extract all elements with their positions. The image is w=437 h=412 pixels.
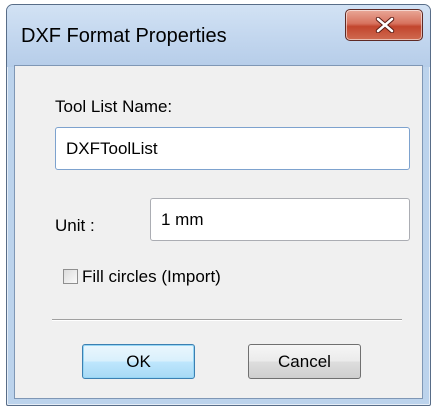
cancel-button[interactable]: Cancel: [248, 344, 361, 379]
unit-label: Unit :: [55, 216, 95, 235]
unit-value: 1 mm: [161, 209, 204, 229]
fill-circles-checkbox[interactable]: [63, 269, 78, 284]
ok-button[interactable]: OK: [82, 344, 195, 379]
unit-input[interactable]: 1 mm: [150, 198, 410, 241]
tool-list-name-value: DXFToolList: [66, 138, 158, 158]
separator-line: [52, 319, 402, 321]
ok-button-label: OK: [126, 351, 151, 371]
cancel-button-label: Cancel: [278, 351, 331, 371]
tool-list-name-input[interactable]: DXFToolList: [55, 127, 410, 170]
tool-list-name-label: Tool List Name:: [55, 97, 173, 116]
fill-circles-label[interactable]: Fill circles (Import): [82, 267, 221, 287]
window-title: DXF Format Properties: [21, 25, 227, 47]
dialog-window: DXF Format Properties Tool List Name: DX…: [6, 4, 431, 406]
close-x-icon: [375, 17, 395, 33]
title-bar[interactable]: DXF Format Properties: [7, 5, 430, 67]
close-button[interactable]: [345, 9, 423, 41]
dialog-client-area: Tool List Name: DXFToolList Unit : 1 mm …: [14, 65, 423, 399]
